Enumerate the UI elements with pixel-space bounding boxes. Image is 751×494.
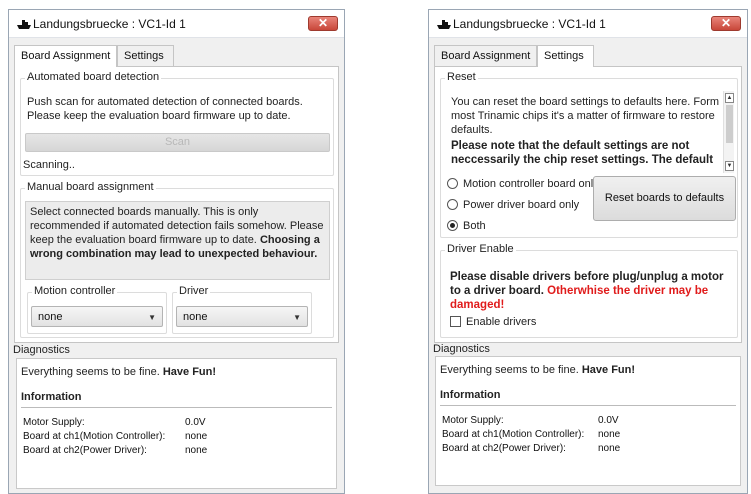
driver-enable-group: Driver Enable Please disable drivers bef… xyxy=(440,243,738,338)
motion-controller-value: none xyxy=(38,311,63,323)
tab-board-assignment[interactable]: Board Assignment xyxy=(14,45,117,67)
scan-button[interactable]: Scan xyxy=(25,133,330,152)
info-label: Motor Supply: xyxy=(442,415,504,426)
information-title: Information xyxy=(21,391,82,403)
reset-note: Please note that the default settings ar… xyxy=(451,140,714,166)
diagnostics-box: Everything seems to be fine. Have Fun! I… xyxy=(16,358,337,489)
window-title: Landungsbruecke : VC1-Id 1 xyxy=(453,17,606,31)
scrollbar[interactable]: ▲ ▼ xyxy=(723,91,734,173)
board-assignment-window: Landungsbruecke : VC1-Id 1 ✕ Board Assig… xyxy=(8,9,345,494)
radio-power-driver-label: Power driver board only xyxy=(463,199,580,211)
dropdown-arrow-icon: ▼ xyxy=(148,313,156,322)
motion-controller-label: Motion controller xyxy=(32,285,118,297)
tab-board-assignment[interactable]: Board Assignment xyxy=(434,45,537,66)
settings-panel: Reset You can reset the board settings t… xyxy=(434,66,742,343)
info-value: none xyxy=(598,443,621,454)
scan-status: Scanning.. xyxy=(23,159,75,171)
driver-label: Driver xyxy=(177,285,211,297)
automated-detection-title: Automated board detection xyxy=(25,71,162,83)
manual-assignment-group: Manual board assignment Select connected… xyxy=(20,181,334,338)
information-title: Information xyxy=(440,389,501,401)
scroll-down-icon[interactable]: ▼ xyxy=(725,161,734,171)
manual-assignment-title: Manual board assignment xyxy=(25,181,156,193)
info-label: Motor Supply: xyxy=(23,417,85,428)
info-value: none xyxy=(185,445,208,456)
dropdown-arrow-icon: ▼ xyxy=(293,313,301,322)
reset-boards-button[interactable]: Reset boards to defaults xyxy=(593,176,736,221)
motion-controller-select[interactable]: none ▼ xyxy=(31,306,163,327)
radio-power-driver[interactable] xyxy=(447,199,458,210)
enable-drivers-label: Enable drivers xyxy=(466,316,537,328)
driver-select[interactable]: none ▼ xyxy=(176,306,308,327)
close-button[interactable]: ✕ xyxy=(308,16,338,31)
radio-both[interactable] xyxy=(447,220,458,231)
diagnostics-header: Diagnostics xyxy=(13,344,70,356)
enable-drivers-checkbox[interactable] xyxy=(450,316,461,327)
radio-motion-controller[interactable] xyxy=(447,178,458,189)
scroll-up-icon[interactable]: ▲ xyxy=(725,93,734,103)
close-button[interactable]: ✕ xyxy=(711,16,741,31)
manual-assignment-info: Select connected boards manually. This i… xyxy=(25,201,330,280)
driver-value: none xyxy=(183,311,208,323)
divider xyxy=(21,407,332,408)
reset-group: Reset You can reset the board settings t… xyxy=(440,71,738,238)
info-label: Board at ch2(Power Driver): xyxy=(442,443,566,454)
ship-icon xyxy=(17,20,31,29)
motion-controller-group: Motion controller none ▼ xyxy=(27,285,167,334)
automated-detection-group: Automated board detection Push scan for … xyxy=(20,71,334,176)
diagnostics-header: Diagnostics xyxy=(433,343,490,355)
title-bar[interactable]: Landungsbruecke : VC1-Id 1 ✕ xyxy=(9,10,344,38)
diagnostics-box: Everything seems to be fine. Have Fun! I… xyxy=(435,356,741,486)
reset-text-area[interactable]: You can reset the board settings to defa… xyxy=(445,91,734,173)
diagnostics-message-bold: Have Fun! xyxy=(581,364,636,376)
reset-text: You can reset the board settings to defa… xyxy=(451,96,720,136)
tab-settings[interactable]: Settings xyxy=(117,45,174,66)
tab-settings[interactable]: Settings xyxy=(537,45,594,67)
scroll-thumb[interactable] xyxy=(726,105,733,143)
info-label: Board at ch1(Motion Controller): xyxy=(442,429,585,440)
board-assignment-panel: Automated board detection Push scan for … xyxy=(14,66,339,343)
title-bar[interactable]: Landungsbruecke : VC1-Id 1 ✕ xyxy=(429,10,747,38)
reset-title: Reset xyxy=(445,71,478,83)
info-label: Board at ch2(Power Driver): xyxy=(23,445,147,456)
ship-icon xyxy=(437,20,451,29)
window-title: Landungsbruecke : VC1-Id 1 xyxy=(33,17,186,31)
radio-both-label: Both xyxy=(463,220,486,232)
radio-motion-controller-label: Motion controller board only xyxy=(463,178,599,190)
info-value: none xyxy=(185,431,208,442)
close-icon: ✕ xyxy=(720,16,732,30)
settings-window: Landungsbruecke : VC1-Id 1 ✕ Board Assig… xyxy=(428,9,748,494)
info-value: 0.0V xyxy=(185,417,206,428)
info-label: Board at ch1(Motion Controller): xyxy=(23,431,166,442)
divider xyxy=(440,405,736,406)
diagnostics-message: Everything seems to be fine. xyxy=(440,364,579,376)
close-icon: ✕ xyxy=(317,16,329,30)
diagnostics-message: Everything seems to be fine. xyxy=(21,366,160,378)
driver-group: Driver none ▼ xyxy=(172,285,312,334)
diagnostics-message-bold: Have Fun! xyxy=(162,366,217,378)
info-value: 0.0V xyxy=(598,415,619,426)
info-value: none xyxy=(598,429,621,440)
driver-enable-title: Driver Enable xyxy=(445,243,516,255)
automated-detection-text: Push scan for automated detection of con… xyxy=(27,96,303,122)
